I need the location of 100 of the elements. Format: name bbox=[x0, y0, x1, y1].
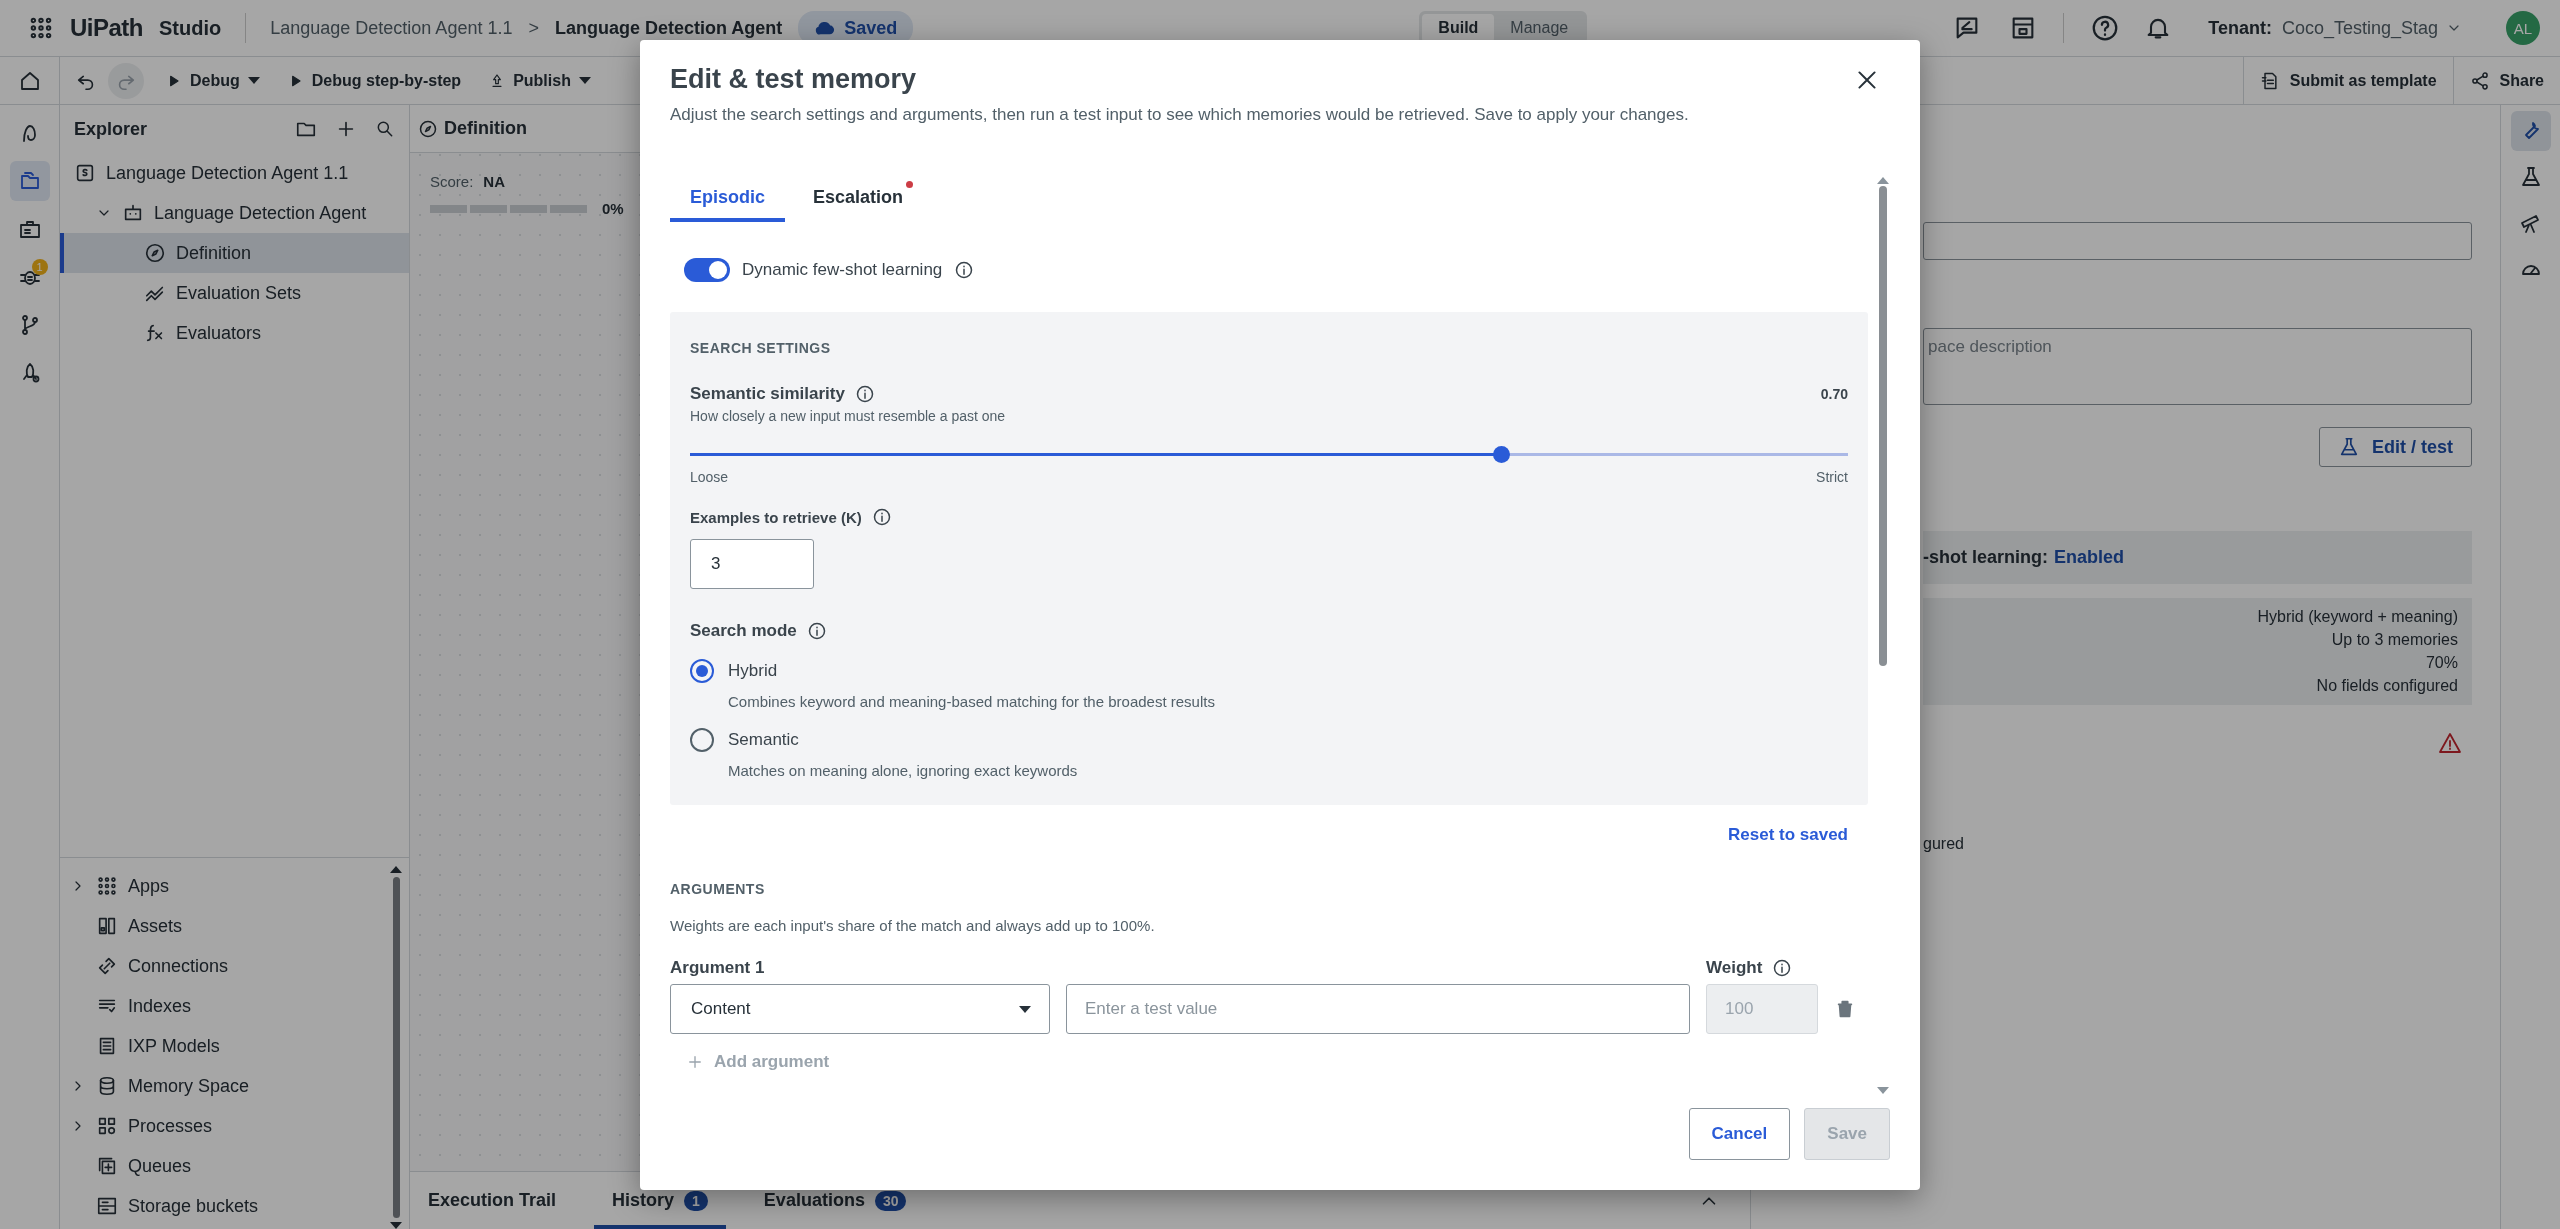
warning-icon bbox=[2438, 731, 2462, 755]
option-description: Matches on meaning alone, ignoring exact keywords bbox=[728, 762, 1079, 779]
section-heading: SEARCH SETTINGS bbox=[690, 340, 832, 356]
toolbar-button[interactable]: Debug bbox=[152, 57, 274, 104]
link-icon bbox=[96, 955, 118, 977]
bottom-tab[interactable]: History 1 bbox=[594, 1172, 726, 1229]
radio-button[interactable] bbox=[690, 728, 714, 752]
field-label: Semantic similarity bbox=[690, 384, 845, 404]
search-button[interactable] bbox=[375, 119, 395, 139]
toolbar-button[interactable]: Debug step-by-step bbox=[273, 57, 476, 104]
cancel-button[interactable]: Cancel bbox=[1688, 1108, 1791, 1160]
slider-thumb[interactable] bbox=[1492, 446, 1510, 463]
tree-item[interactable]: Evaluators bbox=[60, 313, 409, 353]
process-icon bbox=[96, 1115, 118, 1137]
resource-item[interactable]: Assets bbox=[60, 906, 389, 946]
toggle-switch[interactable] bbox=[684, 258, 730, 282]
tree-item[interactable]: Definition bbox=[60, 233, 409, 273]
partial-text: gured bbox=[1923, 835, 1965, 853]
test-value-field[interactable]: Enter a test value bbox=[1066, 984, 1690, 1034]
memory-status-label: -shot learning: bbox=[1923, 547, 2048, 568]
tenant-selector[interactable]: Coco_Testing_Stag bbox=[2281, 17, 2462, 39]
share-button[interactable]: Share bbox=[2452, 57, 2560, 104]
tab[interactable]: Episodic bbox=[670, 177, 785, 222]
scrollbar[interactable] bbox=[389, 866, 403, 1229]
side-panel-button[interactable] bbox=[2510, 111, 2551, 151]
slider-value: 0.70 bbox=[1820, 386, 1848, 402]
field-label: Weight bbox=[1706, 958, 1763, 978]
down-arrow-icon bbox=[390, 1222, 402, 1229]
notification-badge: 1 bbox=[31, 259, 48, 275]
caret-icon bbox=[247, 77, 260, 84]
reset-link[interactable]: Reset to saved bbox=[1728, 825, 1848, 845]
breadcrumb-link[interactable]: Language Detection Agent 1.1 bbox=[270, 17, 513, 39]
radio-button[interactable] bbox=[690, 659, 714, 683]
resource-item[interactable]: Indexes bbox=[60, 986, 389, 1026]
compass-icon bbox=[418, 118, 438, 139]
tab[interactable]: Escalation bbox=[793, 177, 924, 222]
tenant-label: Tenant: bbox=[2208, 17, 2272, 39]
summary-value: No fields configured bbox=[2316, 677, 2458, 695]
resource-item[interactable]: Apps bbox=[60, 866, 389, 906]
tree-item[interactable]: Evaluation Sets bbox=[60, 273, 409, 313]
tree-item[interactable]: Language Detection Agent bbox=[60, 193, 409, 233]
scrollbar[interactable] bbox=[1876, 177, 1890, 1094]
up-arrow-icon bbox=[390, 866, 402, 873]
share-icon bbox=[2469, 70, 2490, 91]
mode-tab[interactable]: Manage bbox=[1494, 14, 1585, 42]
dialog-description: Adjust the search settings and arguments, then run a test input to see which memories would be retrieved. Save to apply your changes. bbox=[670, 105, 1690, 125]
toggle-label: Dynamic few-shot learning bbox=[742, 260, 943, 280]
breadcrumb-separator: > bbox=[528, 17, 539, 39]
bottom-tab[interactable]: Execution Trail bbox=[410, 1172, 575, 1229]
caret-icon bbox=[1019, 1005, 1031, 1013]
field-label: Search mode bbox=[690, 621, 797, 641]
toolbar-button[interactable]: Publish bbox=[475, 57, 605, 104]
compass-icon bbox=[144, 242, 166, 264]
field-label: Examples to retrieve (K) bbox=[690, 508, 862, 526]
summary-value: 70% bbox=[2425, 654, 2458, 672]
resource-item[interactable]: Processes bbox=[60, 1106, 389, 1146]
panel-title: Explorer bbox=[74, 118, 149, 140]
summary-value: Hybrid (keyword + meaning) bbox=[2257, 608, 2458, 626]
info-icon bbox=[806, 621, 827, 641]
info-icon bbox=[854, 384, 875, 404]
resource-item[interactable]: Queues bbox=[60, 1146, 389, 1186]
number-field[interactable]: 3 bbox=[690, 539, 814, 589]
resource-item[interactable]: Storage buckets bbox=[60, 1186, 389, 1226]
score-value: NA bbox=[483, 173, 506, 190]
mode-tab[interactable]: Build bbox=[1422, 14, 1495, 42]
resource-item[interactable]: Memory Space bbox=[60, 1066, 389, 1106]
edit-test-button[interactable]: Edit / test bbox=[2319, 427, 2472, 467]
grid-icon bbox=[96, 875, 118, 897]
resource-item[interactable]: IXP Models bbox=[60, 1026, 389, 1066]
help-text: Weights are each input's share of the match and always add up to 100%. bbox=[670, 917, 1156, 934]
info-icon bbox=[954, 260, 975, 280]
info-icon bbox=[1772, 958, 1793, 978]
breadcrumb-current: Language Detection Agent bbox=[554, 17, 783, 39]
search-icon bbox=[375, 119, 395, 139]
activity-bar-button[interactable] bbox=[9, 161, 50, 201]
submit-template-button[interactable]: Submit as template bbox=[2242, 57, 2453, 104]
dialog-title: Edit & test memory bbox=[670, 64, 918, 95]
apps-grid-icon bbox=[28, 15, 54, 41]
plus-icon bbox=[686, 1053, 704, 1071]
count-badge: 30 bbox=[874, 1190, 907, 1211]
text-field[interactable] bbox=[1923, 222, 2472, 260]
document-icon bbox=[2259, 70, 2280, 91]
product-name: Studio bbox=[159, 16, 222, 40]
argument-dropdown[interactable]: Content bbox=[670, 984, 1050, 1034]
slider-min-label: Loose bbox=[690, 469, 729, 485]
radio-label: Semantic bbox=[728, 730, 799, 750]
info-icon bbox=[871, 507, 892, 527]
score-percent: 0% bbox=[602, 200, 624, 217]
resource-item[interactable]: Connections bbox=[60, 946, 389, 986]
count-badge: 1 bbox=[684, 1190, 708, 1211]
field-label: Argument 1 bbox=[670, 958, 766, 978]
section-heading: ARGUMENTS bbox=[670, 881, 766, 897]
flask-icon bbox=[2338, 436, 2360, 458]
caret-icon bbox=[578, 77, 591, 84]
queue-icon bbox=[96, 1155, 118, 1177]
logo: UiPath bbox=[70, 14, 143, 42]
tree-item[interactable]: Language Detection Agent 1.1 bbox=[60, 153, 409, 193]
down-arrow-icon bbox=[1877, 1087, 1889, 1094]
memory-status-value[interactable]: Enabled bbox=[2054, 547, 2124, 568]
apps-menu-button[interactable] bbox=[28, 15, 54, 41]
